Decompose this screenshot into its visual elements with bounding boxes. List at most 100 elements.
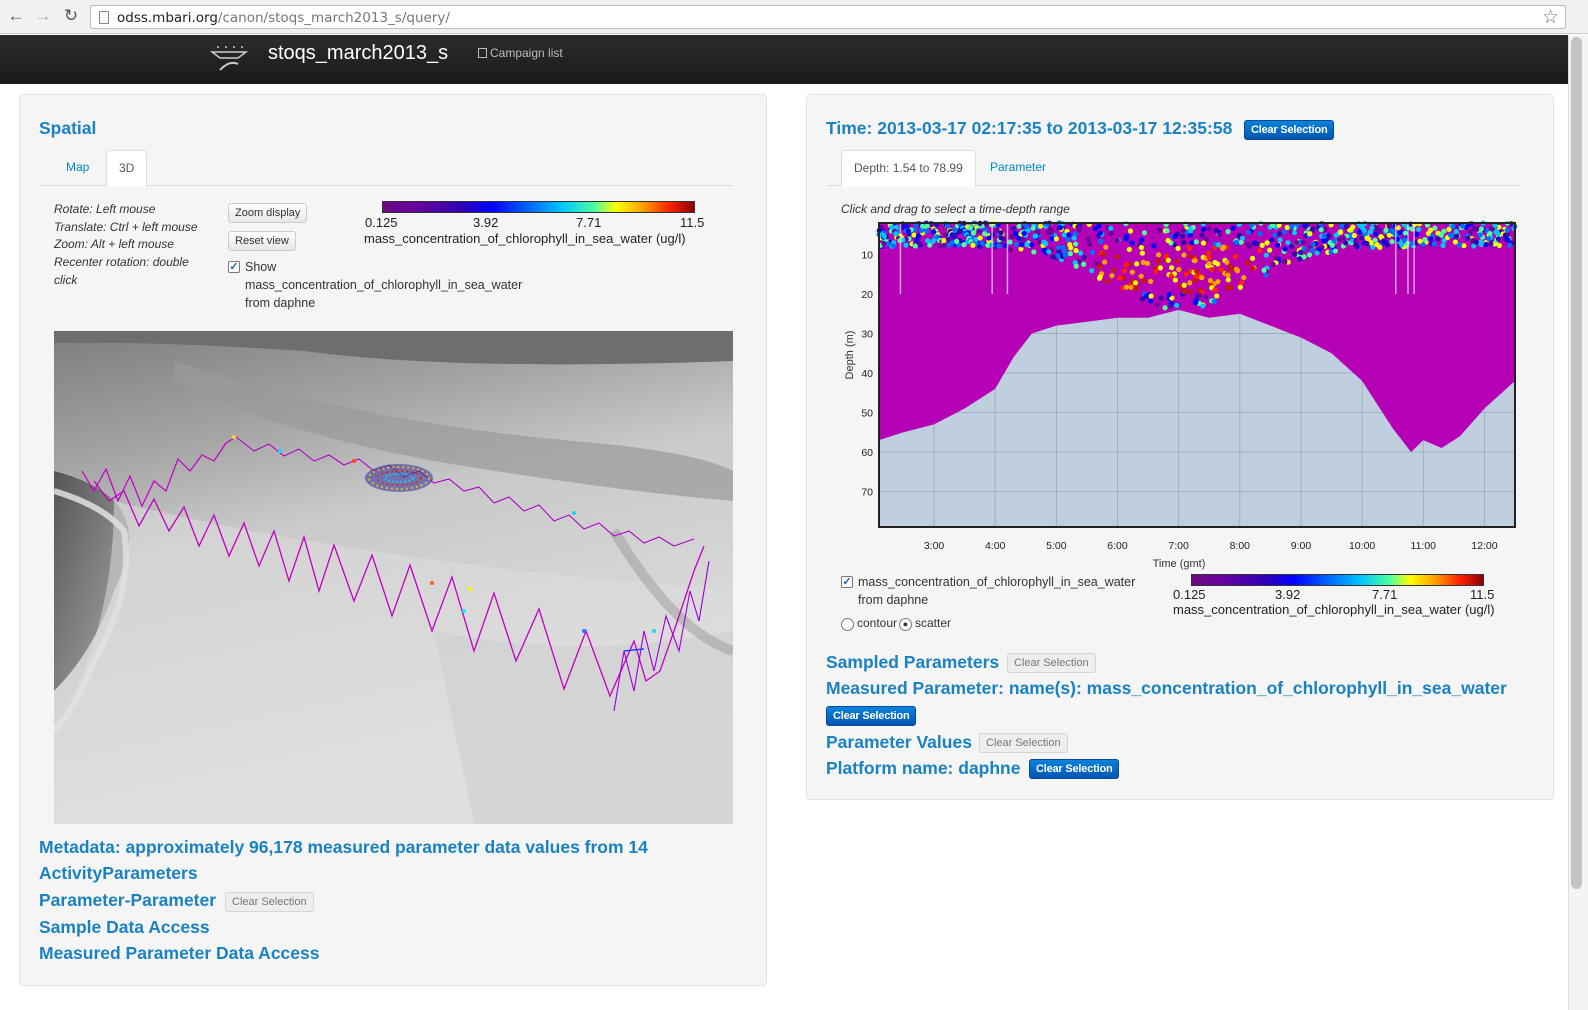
- spatial-heading[interactable]: Spatial: [39, 118, 96, 139]
- data-point: [1401, 237, 1408, 243]
- data-point: [1374, 242, 1380, 248]
- forward-arrow-icon[interactable]: →: [33, 6, 53, 26]
- scatter-radio[interactable]: ●: [899, 618, 912, 631]
- data-point: [1068, 245, 1074, 251]
- campaign-list-label: Campaign list: [490, 46, 563, 60]
- data-point: [1483, 241, 1489, 247]
- spatial-colorbar-tick: 0.125: [365, 215, 398, 230]
- sampled-clear-button[interactable]: Clear Selection: [1007, 653, 1096, 673]
- sampled-parameters-heading[interactable]: Sampled Parameters: [826, 652, 999, 673]
- tab-map[interactable]: Map: [54, 150, 101, 186]
- data-point: [1422, 236, 1428, 243]
- parameter-values-heading[interactable]: Parameter Values: [826, 732, 972, 753]
- data-point: [1188, 228, 1194, 234]
- platform-heading[interactable]: Platform name: daphne: [826, 758, 1020, 779]
- brand-title[interactable]: stoqs_march2013_s: [268, 42, 448, 65]
- data-point: [1496, 242, 1502, 249]
- data-point: [1494, 230, 1501, 237]
- y-tick-label: 30: [861, 329, 873, 341]
- data-point: [1087, 241, 1093, 247]
- 3d-view-canvas[interactable]: [54, 331, 733, 824]
- data-point: [1139, 250, 1146, 256]
- data-point: [1169, 265, 1175, 271]
- data-point: [1174, 258, 1181, 264]
- data-point: [1221, 244, 1227, 250]
- address-bar[interactable]: odss.mbari.org/canon/stoqs_march2013_s/q…: [90, 5, 1566, 29]
- data-point: [1357, 229, 1363, 235]
- data-point: [1151, 243, 1157, 249]
- campaign-list-link[interactable]: Campaign list: [478, 46, 563, 60]
- data-point: [1187, 280, 1193, 286]
- data-point: [1326, 232, 1332, 239]
- contour-radio[interactable]: [841, 618, 854, 631]
- measured-parameter-heading[interactable]: Measured Parameter: name(s): mass_concen…: [826, 678, 1507, 699]
- data-point: [1101, 251, 1107, 258]
- tab-parameter[interactable]: Parameter: [978, 150, 1058, 186]
- x-tick-label: 3:00: [924, 540, 945, 552]
- time-depth-chart[interactable]: 3:00 4:00 5:00 6:00 7:00 8:00 9:00 10:00 11:00 12…: [835, 217, 1535, 577]
- data-point: [1193, 274, 1199, 280]
- data-point: [1473, 239, 1479, 245]
- data-point: [1202, 294, 1209, 301]
- show-parameter-label: mass_concentration_of_chlorophyll_in_sea…: [245, 278, 523, 292]
- values-clear-button[interactable]: Clear Selection: [979, 733, 1068, 753]
- measured-data-access-heading[interactable]: Measured Parameter Data Access: [39, 943, 319, 964]
- data-point: [1114, 237, 1120, 243]
- reload-icon[interactable]: ↻: [61, 6, 81, 26]
- data-point: [1232, 253, 1239, 260]
- parameter-parameter-clear-button[interactable]: Clear Selection: [225, 892, 314, 912]
- y-axis-label: Depth (m): [844, 331, 856, 380]
- data-point: [1212, 259, 1218, 266]
- metadata-heading[interactable]: Metadata: approximately 96,178 measured …: [39, 837, 648, 858]
- data-point: [1377, 229, 1383, 235]
- page-icon: [99, 11, 109, 24]
- time-colorbar: [1191, 574, 1484, 586]
- data-point: [1073, 247, 1079, 254]
- data-point: [916, 240, 922, 246]
- tab-3d[interactable]: 3D: [106, 150, 148, 187]
- data-point: [1282, 246, 1288, 252]
- data-point: [1214, 293, 1220, 299]
- data-point: [1199, 232, 1205, 238]
- data-point: [1291, 230, 1298, 236]
- x-tick-label: 5:00: [1046, 540, 1067, 552]
- data-point: [1467, 229, 1473, 235]
- data-point: [1139, 237, 1145, 243]
- data-point: [1109, 273, 1115, 279]
- data-point: [1225, 277, 1231, 283]
- zoom-display-button[interactable]: Zoom display: [228, 203, 308, 223]
- parameter-parameter-heading[interactable]: Parameter-Parameter: [39, 890, 216, 911]
- data-point: [889, 224, 895, 230]
- data-point: [1126, 246, 1132, 253]
- data-point: [1478, 241, 1484, 247]
- chart-parameter-checkbox[interactable]: ✓: [841, 576, 853, 588]
- data-point: [943, 231, 949, 238]
- platform-clear-button[interactable]: Clear Selection: [1029, 759, 1120, 779]
- bookmark-star-icon[interactable]: ☆: [1542, 6, 1559, 29]
- show-data-checkbox[interactable]: ✓: [228, 261, 240, 273]
- data-point: [1250, 266, 1256, 272]
- scrollbar-thumb[interactable]: [1571, 37, 1582, 889]
- measured-clear-button[interactable]: Clear Selection: [826, 706, 917, 726]
- data-point: [1309, 247, 1315, 253]
- data-point: [1073, 263, 1079, 269]
- data-point: [1085, 236, 1091, 243]
- data-point: [1205, 250, 1212, 256]
- activity-parameters-heading[interactable]: ActivityParameters: [39, 863, 198, 884]
- reset-view-button[interactable]: Reset view: [228, 231, 296, 251]
- data-point: [941, 237, 947, 244]
- contour-label: contour: [857, 616, 898, 630]
- data-point: [1102, 259, 1108, 265]
- time-clear-selection-button[interactable]: Clear Selection: [1244, 120, 1335, 140]
- time-heading[interactable]: Time: 2013-03-17 02:17:35 to 2013-03-17 …: [826, 118, 1232, 139]
- data-point: [976, 228, 982, 234]
- data-point: [970, 230, 977, 236]
- back-arrow-icon[interactable]: ←: [6, 6, 26, 26]
- tab-depth[interactable]: Depth: 1.54 to 78.99: [841, 150, 976, 187]
- x-tick-label: 4:00: [985, 540, 1006, 552]
- data-point: [1193, 299, 1199, 306]
- data-point: [1310, 226, 1316, 232]
- navbar: stoqs_march2013_s Campaign list: [0, 35, 1568, 84]
- data-point: [1301, 254, 1307, 260]
- sample-data-access-heading[interactable]: Sample Data Access: [39, 917, 210, 938]
